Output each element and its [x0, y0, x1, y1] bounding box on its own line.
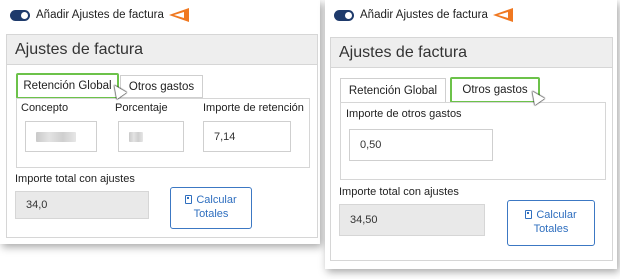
panel-title: Ajustes de factura [331, 38, 612, 68]
calculator-icon [525, 210, 533, 220]
toggle-label: Añadir Ajustes de factura [36, 9, 164, 21]
redacted-value [36, 131, 76, 142]
right-screenshot-card: Añadir Ajustes de factura Ajustes de fac… [325, 0, 617, 269]
importe-otros-gastos-label: Importe de otros gastos [346, 108, 462, 120]
calc-button-line1: Calcular [536, 209, 577, 222]
total-label: Importe total con ajustes [339, 186, 459, 198]
importe-otros-gastos-input[interactable]: 0,50 [349, 129, 493, 161]
importe-retencion-input[interactable]: 7,14 [203, 121, 291, 152]
panel-title: Ajustes de factura [7, 35, 317, 65]
toggle-switch-icon[interactable] [10, 9, 30, 21]
calculate-totals-button[interactable]: Calcular Totales [507, 200, 595, 246]
porcentaje-input[interactable] [118, 121, 184, 152]
calc-button-line1: Calcular [196, 194, 237, 207]
adjustments-panel: Ajustes de factura Retención Global Otro… [330, 37, 613, 261]
concepto-input[interactable] [25, 121, 97, 152]
tab-otros-gastos[interactable]: Otros gastos [120, 75, 203, 98]
arrow-pointer-icon [492, 8, 513, 22]
toggle-label: Añadir Ajustes de factura [360, 9, 488, 21]
tab-retencion-global[interactable]: Retención Global [340, 78, 446, 103]
tab-retencion-global[interactable]: Retención Global [16, 73, 119, 99]
total-input: 34,50 [339, 204, 485, 236]
calc-button-line1-wrap: Calcular [525, 209, 577, 223]
calculate-totals-button[interactable]: Calcular Totales [170, 187, 252, 229]
redacted-value [129, 131, 143, 142]
toggle-row: Añadir Ajustes de factura [10, 8, 189, 22]
porcentaje-label: Porcentaje [115, 102, 168, 114]
calculator-icon [185, 195, 193, 205]
calc-button-line2: Totales [193, 208, 229, 220]
concepto-label: Concepto [21, 102, 69, 114]
toggle-row: Añadir Ajustes de factura [334, 8, 513, 22]
arrow-pointer-icon [168, 8, 189, 22]
tab-content: Concepto Porcentaje Importe de retención… [16, 98, 310, 168]
tab-content: Importe de otros gastos 0,50 [340, 102, 606, 180]
left-screenshot-card: Añadir Ajustes de factura Ajustes de fac… [0, 0, 320, 244]
total-input: 34,0 [15, 191, 149, 219]
toggle-switch-icon[interactable] [334, 9, 354, 21]
calc-button-line1-wrap: Calcular [185, 194, 237, 208]
importe-retencion-label: Importe de retención [203, 102, 304, 114]
adjustments-panel: Ajustes de factura Retención Global Otro… [6, 34, 318, 238]
calc-button-line2: Totales [533, 223, 569, 235]
tab-otros-gastos[interactable]: Otros gastos [450, 77, 540, 103]
total-label: Importe total con ajustes [15, 173, 135, 185]
